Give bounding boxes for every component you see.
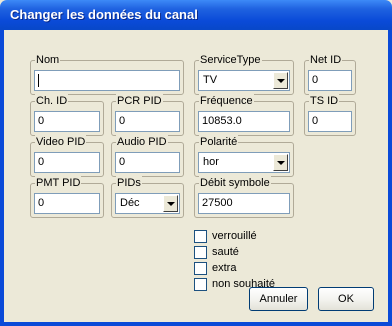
- net-id-label: Net ID: [309, 53, 343, 67]
- audio-pid-group: Audio PID 0: [111, 135, 184, 177]
- ok-button[interactable]: OK: [318, 287, 374, 311]
- video-pid-input[interactable]: 0: [34, 152, 100, 173]
- service-type-group: ServiceType TV: [194, 53, 294, 95]
- pids-label: PIDs: [116, 176, 142, 190]
- checkbox-label: sauté: [212, 246, 239, 258]
- ch-id-group: Ch. ID 0: [30, 94, 104, 136]
- nom-group: Nom: [30, 53, 184, 95]
- checkbox-label: extra: [212, 262, 237, 274]
- audio-pid-input[interactable]: 0: [115, 152, 180, 173]
- polarite-group: Polarité hor: [194, 135, 294, 177]
- frequence-input[interactable]: 10853.0: [198, 111, 290, 132]
- pids-value: Déc: [120, 197, 140, 209]
- nom-input[interactable]: [34, 70, 180, 91]
- checkbox-label: verrouillé: [212, 230, 257, 242]
- debit-symbole-input[interactable]: 27500: [198, 193, 290, 214]
- pmt-pid-input[interactable]: 0: [34, 193, 100, 214]
- net-id-group: Net ID 0: [304, 53, 356, 95]
- net-id-input[interactable]: 0: [308, 70, 352, 91]
- checkbox-box[interactable]: [194, 230, 207, 243]
- debit-symbole-label: Débit symbole: [199, 176, 271, 190]
- chevron-down-icon[interactable]: [163, 195, 178, 212]
- audio-pid-label: Audio PID: [116, 135, 168, 149]
- window-frame-right: [388, 30, 392, 326]
- service-type-label: ServiceType: [199, 53, 262, 67]
- frequence-label: Fréquence: [199, 94, 254, 108]
- pcr-pid-group: PCR PID 0: [111, 94, 184, 136]
- video-pid-group: Video PID 0: [30, 135, 104, 177]
- service-type-select[interactable]: TV: [198, 70, 290, 91]
- pids-group: PIDs Déc: [111, 176, 184, 218]
- polarite-select[interactable]: hor: [198, 152, 290, 173]
- ch-id-input[interactable]: 0: [34, 111, 100, 132]
- nom-label: Nom: [35, 53, 61, 67]
- debit-symbole-group: Débit symbole 27500: [194, 176, 294, 218]
- title-bar[interactable]: Changer les données du canal: [0, 0, 392, 30]
- ch-id-label: Ch. ID: [35, 94, 69, 108]
- chevron-down-icon[interactable]: [273, 72, 288, 89]
- polarite-label: Polarité: [199, 135, 239, 149]
- window-frame-left: [0, 30, 4, 326]
- ts-id-label: TS ID: [309, 94, 340, 108]
- pcr-pid-input[interactable]: 0: [115, 111, 180, 132]
- pmt-pid-label: PMT PID: [35, 176, 82, 190]
- cancel-button[interactable]: Annuler: [249, 287, 308, 311]
- checkbox-box[interactable]: [194, 262, 207, 275]
- service-type-value: TV: [203, 74, 218, 86]
- pids-select[interactable]: Déc: [115, 193, 180, 214]
- checkbox-box[interactable]: [194, 246, 207, 259]
- ts-id-group: TS ID 0: [304, 94, 356, 136]
- window-frame-bottom: [0, 322, 392, 326]
- video-pid-label: Video PID: [35, 135, 87, 149]
- pcr-pid-label: PCR PID: [116, 94, 163, 108]
- polarite-value: hor: [203, 156, 219, 168]
- ts-id-input[interactable]: 0: [308, 111, 352, 132]
- window-title: Changer les données du canal: [10, 7, 198, 22]
- frequence-group: Fréquence 10853.0: [194, 94, 294, 136]
- chevron-down-icon[interactable]: [273, 154, 288, 171]
- pmt-pid-group: PMT PID 0: [30, 176, 104, 218]
- checkbox-box[interactable]: [194, 278, 207, 291]
- text-cursor: [38, 74, 39, 87]
